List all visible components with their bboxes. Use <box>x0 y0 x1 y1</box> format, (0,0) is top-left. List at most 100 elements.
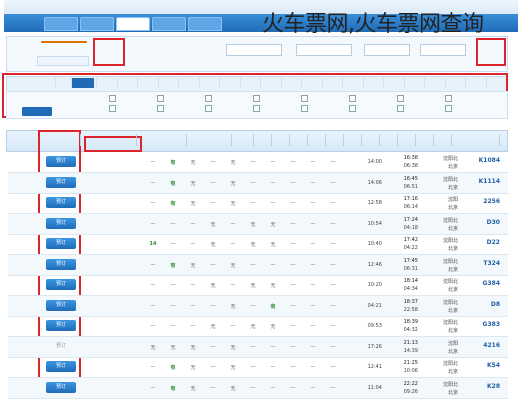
seat-availability: — <box>270 179 276 186</box>
seat-availability: — <box>210 200 216 206</box>
date-tab[interactable] <box>281 78 299 88</box>
depart-time: 18:14 <box>403 278 418 284</box>
seat-availability: — <box>310 241 316 247</box>
auto-query-toggle[interactable] <box>37 56 89 66</box>
filter-checkbox[interactable] <box>445 95 452 102</box>
train-number[interactable]: D22 <box>487 239 500 246</box>
seat-availability: — <box>290 179 296 186</box>
filter-checkbox[interactable] <box>253 105 260 112</box>
filter-checkbox[interactable] <box>205 95 212 102</box>
book-button[interactable]: 预订 <box>46 320 76 331</box>
nav-tab-home[interactable] <box>44 17 78 31</box>
train-number[interactable]: G384 <box>483 280 500 287</box>
date-tab[interactable] <box>117 78 135 88</box>
seat-availability: — <box>310 261 316 268</box>
filter-checkbox[interactable] <box>349 95 356 102</box>
date-tab[interactable] <box>158 78 176 88</box>
arrive-time: 04:22 <box>403 245 418 251</box>
to-station-input[interactable] <box>364 44 410 56</box>
book-button[interactable]: 预订 <box>46 361 76 372</box>
date-tab[interactable] <box>219 78 238 88</box>
book-button[interactable]: 预订 <box>46 381 76 393</box>
filter-checkbox[interactable] <box>205 105 212 112</box>
train-number[interactable]: 2256 <box>483 198 500 205</box>
train-number[interactable]: D30 <box>487 219 500 226</box>
filter-checkbox[interactable] <box>301 95 308 102</box>
seat-availability: — <box>170 302 176 309</box>
book-button[interactable]: 预订 <box>46 197 76 208</box>
date-tab[interactable] <box>137 78 156 88</box>
filter-checkbox[interactable] <box>349 105 356 112</box>
to-station: 北京 <box>447 205 458 211</box>
train-number[interactable]: K54 <box>487 362 500 369</box>
book-button[interactable]: 预订 <box>46 156 76 167</box>
date-tab[interactable] <box>322 78 340 88</box>
nav-tab-ticket-query[interactable] <box>116 17 150 31</box>
date-tab[interactable] <box>445 78 463 88</box>
query-button[interactable] <box>41 41 87 43</box>
depart-time: 21:25 <box>403 360 418 366</box>
filter-checkbox[interactable] <box>253 95 260 102</box>
seat-availability: — <box>230 241 236 247</box>
nav-tab-2[interactable] <box>152 17 186 31</box>
date-tab[interactable] <box>178 78 197 88</box>
seat-availability: 无 <box>230 180 236 187</box>
date-tab[interactable] <box>465 78 484 88</box>
train-number[interactable]: T324 <box>483 260 500 267</box>
filter-checkbox[interactable] <box>397 105 404 112</box>
filter-checkbox[interactable] <box>157 105 164 112</box>
date-tab[interactable] <box>342 78 361 88</box>
column-divider <box>136 134 137 146</box>
book-button[interactable]: 预订 <box>46 176 76 188</box>
filter-checkbox[interactable] <box>397 95 404 102</box>
book-button[interactable]: 预订 <box>46 258 76 270</box>
nav-tab-4[interactable] <box>80 17 114 31</box>
filter-submit-button[interactable] <box>22 107 52 116</box>
from-station-input[interactable] <box>420 44 466 56</box>
seat-availability: 有 <box>170 201 176 207</box>
date-tab[interactable] <box>71 78 94 88</box>
date-tab[interactable] <box>424 78 443 88</box>
from-station: 沈阳 <box>447 340 458 347</box>
book-button[interactable]: 预订 <box>46 299 76 311</box>
trip-type-annotation <box>476 38 506 66</box>
return-date-input[interactable] <box>226 44 282 56</box>
depart-date-input[interactable] <box>296 44 352 56</box>
date-tab[interactable] <box>240 78 258 88</box>
book-button[interactable]: 预订 <box>46 217 76 229</box>
nav-tab-1[interactable] <box>188 17 222 31</box>
date-tab[interactable] <box>260 78 279 88</box>
filter-checkbox[interactable] <box>301 105 308 112</box>
date-tab[interactable] <box>383 78 402 88</box>
train-number[interactable]: G383 <box>483 321 500 328</box>
date-tab[interactable] <box>55 78 74 88</box>
seat-availability: — <box>150 261 156 268</box>
depart-time: 18:39 <box>403 319 418 325</box>
filter-checkbox[interactable] <box>445 105 452 112</box>
duration: 12:46 <box>367 261 382 268</box>
filter-checkbox[interactable] <box>157 95 164 102</box>
train-number[interactable]: K1114 <box>479 178 500 185</box>
train-number[interactable]: K1084 <box>479 157 500 164</box>
seat-availability: 有 <box>170 365 176 371</box>
filter-checkbox[interactable] <box>109 105 116 112</box>
book-button[interactable]: 预订 <box>46 238 76 249</box>
train-number[interactable]: D8 <box>491 301 500 308</box>
date-tab[interactable] <box>199 78 217 88</box>
date-tab[interactable] <box>96 78 115 88</box>
date-tab[interactable] <box>301 78 320 88</box>
to-station: 北京 <box>447 307 458 314</box>
seat-availability: — <box>250 179 256 186</box>
seat-availability: — <box>290 200 296 206</box>
date-tab[interactable] <box>363 78 381 88</box>
book-button[interactable]: 预订 <box>46 279 76 290</box>
train-number[interactable]: K28 <box>487 383 500 390</box>
filter-checkbox[interactable] <box>109 95 116 102</box>
arrive-time: 10:06 <box>403 368 418 374</box>
train-number[interactable]: 4216 <box>483 342 500 349</box>
seat-availability: — <box>210 261 216 268</box>
date-tab[interactable] <box>404 78 422 88</box>
seat-availability: 无 <box>190 160 196 166</box>
seat-availability: — <box>290 220 296 227</box>
date-tab[interactable] <box>486 78 504 88</box>
